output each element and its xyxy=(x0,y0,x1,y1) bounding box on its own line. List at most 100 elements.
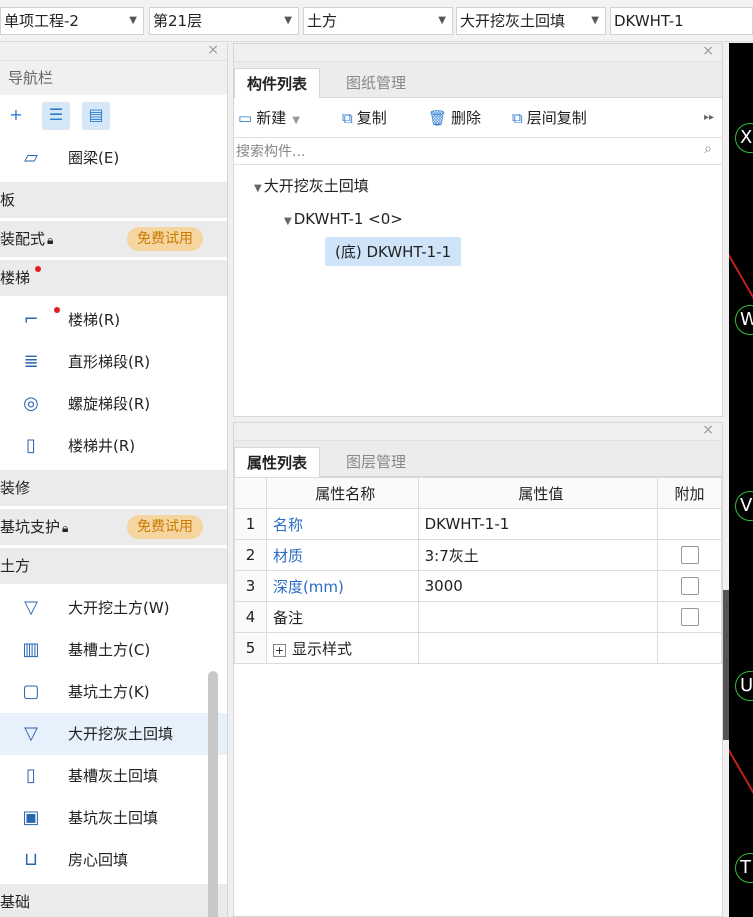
property-value[interactable]: DKWHT-1-1 xyxy=(417,508,659,540)
component-value: DKWHT-1 xyxy=(614,12,684,30)
project-dropdown[interactable]: 单项工程-2 ▼ xyxy=(0,7,144,35)
tab-component-list[interactable]: 构件列表 xyxy=(234,68,321,98)
nav-close-bar: × xyxy=(0,43,227,61)
add-icon[interactable]: + xyxy=(2,102,30,130)
axis-marker-u: U xyxy=(735,671,753,701)
nav-group-foundation[interactable]: 基础 xyxy=(0,884,227,917)
nav-item-ring-beam[interactable]: ▱ 圈梁(E) xyxy=(0,137,227,179)
new-label: 新建 xyxy=(256,109,287,127)
component-type-dropdown[interactable]: 大开挖灰土回填 ▼ xyxy=(456,7,606,35)
property-value[interactable]: 3:7灰土 xyxy=(417,539,659,571)
floor-copy-button[interactable]: ⧉ 层间复制 xyxy=(512,106,587,130)
tree-node-selected[interactable]: (底) DKWHT-1-1 xyxy=(325,237,462,266)
search-input[interactable]: 搜索构件... xyxy=(236,141,305,161)
floor-copy-icon: ⧉ xyxy=(512,109,523,127)
close-icon[interactable]: × xyxy=(207,43,219,58)
detail-view-icon[interactable]: ▤ xyxy=(82,102,110,130)
collapse-icon[interactable]: ▼ xyxy=(254,183,262,194)
free-trial-badge[interactable]: 免费试用 xyxy=(127,227,203,251)
extra-cell xyxy=(657,632,722,664)
row-number: 1 xyxy=(234,508,267,540)
close-icon[interactable]: × xyxy=(702,43,714,59)
nav-item-straight-flight[interactable]: ≣ 直形梯段(R) xyxy=(0,341,227,383)
property-value[interactable] xyxy=(417,601,659,633)
nav-item-stairwell[interactable]: ▯ 楼梯井(R) xyxy=(0,425,227,467)
property-group[interactable]: + 显示样式 xyxy=(265,632,419,664)
floor-dropdown[interactable]: 第21层 ▼ xyxy=(149,7,299,35)
nav-item-room-backfill[interactable]: ⊔ 房心回填 xyxy=(0,839,227,881)
category-dropdown[interactable]: 土方 ▼ xyxy=(303,7,453,35)
component-actions: ▭ 新建 ▼ ⧉ 复制 🗑︎ 删除 ⧉ 层间复制 ▸▸ xyxy=(234,98,722,138)
property-close-bar: × xyxy=(234,422,722,441)
nav-item-stairs[interactable]: ⌐ 楼梯(R) xyxy=(0,299,227,341)
tree-node-label: DKWHT-1 <0> xyxy=(293,210,403,228)
new-button[interactable]: ▭ 新建 ▼ xyxy=(238,106,300,130)
pit-icon: ▢ xyxy=(22,681,40,702)
stairs-icon: ⌐ xyxy=(23,309,39,330)
nav-group-label: 基础 xyxy=(0,893,31,911)
table-row[interactable]: 4 备注 xyxy=(234,601,722,633)
property-table: 属性名称 属性值 附加 1 名称 DKWHT-1-1 2 材质 3:7灰土 3 … xyxy=(234,477,722,664)
component-close-bar: × xyxy=(234,43,722,62)
property-value[interactable]: 3000 xyxy=(417,570,659,602)
table-row[interactable]: 5 + 显示样式 xyxy=(234,632,722,664)
list-view-icon[interactable]: ☰ xyxy=(42,102,70,130)
property-name: 材质 xyxy=(265,539,419,571)
table-row[interactable]: 1 名称 DKWHT-1-1 xyxy=(234,508,722,540)
table-row[interactable]: 3 深度(mm) 3000 xyxy=(234,570,722,602)
project-value: 单项工程-2 xyxy=(4,12,79,30)
nav-item-label: 直形梯段(R) xyxy=(68,353,151,371)
nav-item-pit-backfill[interactable]: ▣ 基坑灰土回填 xyxy=(0,797,227,839)
axis-marker-t: T xyxy=(735,853,753,883)
extra-checkbox[interactable] xyxy=(680,577,699,596)
chevron-down-icon: ▼ xyxy=(129,15,137,26)
tab-property-list[interactable]: 属性列表 xyxy=(234,447,321,477)
expand-icon[interactable]: + xyxy=(272,643,286,657)
tree-node-root[interactable]: ▼ 大开挖灰土回填 xyxy=(254,175,369,196)
nav-view-toggle: + ☰ ▤ xyxy=(0,95,227,137)
nav-group-label: 装配式 xyxy=(0,230,46,248)
nav-group-slab[interactable]: 板 xyxy=(0,182,227,218)
chevron-down-icon: ▼ xyxy=(438,15,446,26)
close-icon[interactable]: × xyxy=(702,422,714,438)
nav-scrollbar[interactable] xyxy=(208,671,218,917)
nav-list: ▱ 圈梁(E) 板 装配式🔒︎ 免费试用 楼梯 ⌐ 楼梯(R) ≣ 直形梯段( xyxy=(0,137,227,917)
tab-drawing-management[interactable]: 图纸管理 xyxy=(334,68,418,98)
nav-item-open-excavation[interactable]: ▽ 大开挖土方(W) xyxy=(0,587,227,629)
component-dropdown[interactable]: DKWHT-1 xyxy=(610,7,753,35)
nav-group-earthwork[interactable]: 土方 xyxy=(0,548,227,584)
delete-button[interactable]: 🗑︎ 删除 xyxy=(428,106,481,130)
nav-item-spiral-flight[interactable]: ◎ 螺旋梯段(R) xyxy=(0,383,227,425)
nav-group-pit-support[interactable]: 基坑支护 🔒︎ 免费试用 xyxy=(0,509,227,545)
nav-item-trench[interactable]: ▥ 基槽土方(C) xyxy=(0,629,227,671)
table-row[interactable]: 2 材质 3:7灰土 xyxy=(234,539,722,571)
collapse-icon[interactable]: ▼ xyxy=(284,216,292,227)
nav-group-stairs[interactable]: 楼梯 xyxy=(0,260,227,296)
copy-icon: ⧉ xyxy=(342,109,353,127)
lock-icon: 🔒︎ xyxy=(62,521,69,535)
nav-item-label: 基槽土方(C) xyxy=(68,641,151,659)
row-number: 2 xyxy=(234,539,267,571)
nav-item-open-backfill[interactable]: ▽ 大开挖灰土回填 xyxy=(0,713,227,755)
tab-layer-management[interactable]: 图层管理 xyxy=(334,447,418,477)
navigation-panel: × 导航栏 + ☰ ▤ ▱ 圈梁(E) 板 装配式 🔒︎ 免费试用 楼梯 ⌐ 楼… xyxy=(0,43,228,917)
property-name: 备注 xyxy=(265,601,419,633)
extra-checkbox[interactable] xyxy=(680,546,699,565)
tree-node-component[interactable]: ▼ DKWHT-1 <0> xyxy=(284,210,403,228)
open-backfill-icon: ▽ xyxy=(24,723,38,744)
extra-cell xyxy=(657,539,722,571)
component-search[interactable]: 搜索构件... ⌕ xyxy=(234,138,722,165)
nav-group-decor[interactable]: 装修 xyxy=(0,470,227,506)
nav-item-trench-backfill[interactable]: ▯ 基槽灰土回填 xyxy=(0,755,227,797)
nav-item-pit[interactable]: ▢ 基坑土方(K) xyxy=(0,671,227,713)
nav-group-prefab[interactable]: 装配式 🔒︎ 免费试用 xyxy=(0,221,227,257)
copy-button[interactable]: ⧉ 复制 xyxy=(342,106,387,130)
extra-checkbox[interactable] xyxy=(680,608,699,627)
delete-icon: 🗑︎ xyxy=(428,109,448,127)
more-actions-icon[interactable]: ▸▸ xyxy=(704,106,714,130)
free-trial-badge[interactable]: 免费试用 xyxy=(127,515,203,539)
drawing-canvas[interactable]: X W V U T xyxy=(729,43,753,917)
search-icon[interactable]: ⌕ xyxy=(704,141,712,157)
trench-backfill-icon: ▯ xyxy=(26,765,36,786)
app-window: 单项工程-2 ▼ 第21层 ▼ 土方 ▼ 大开挖灰土回填 ▼ DKWHT-1 ×… xyxy=(0,0,753,917)
